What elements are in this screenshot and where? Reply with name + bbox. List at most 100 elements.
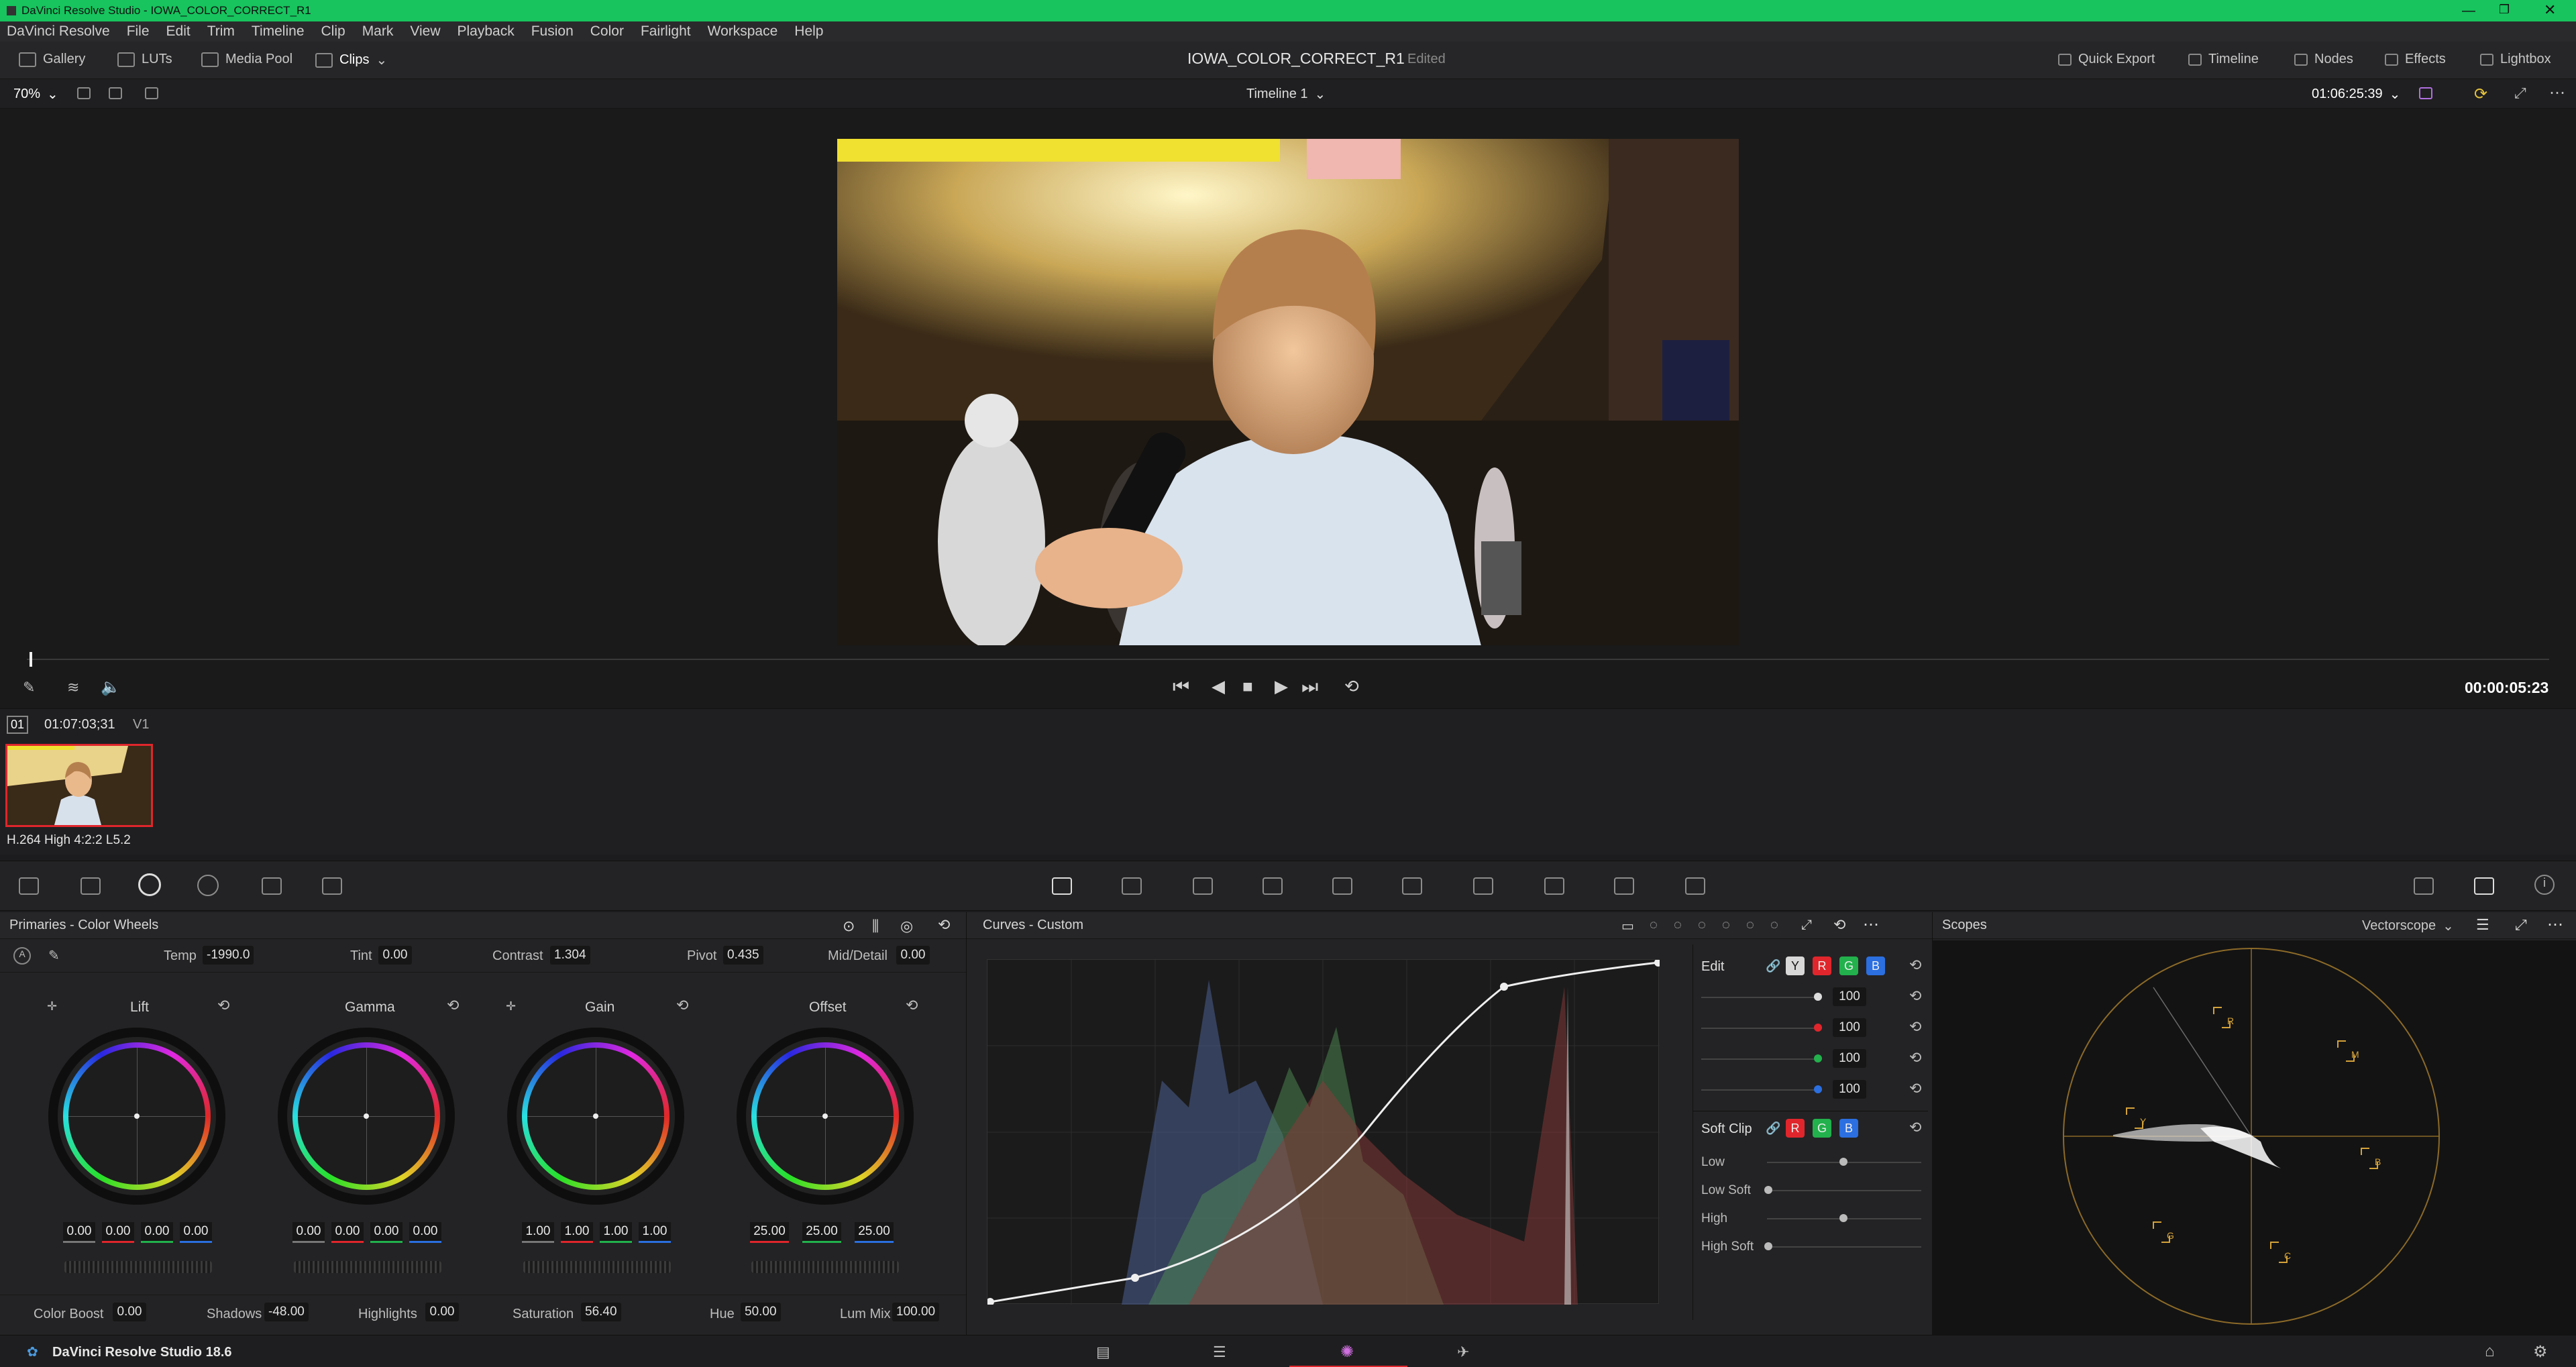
offset-reset-icon[interactable]: ⟲ [906,997,918,1014]
settings-gear-icon[interactable]: ⚙ [2533,1342,2548,1362]
r-reset-icon[interactable]: ⟲ [1909,1018,1921,1036]
home-icon[interactable]: ⌂ [2485,1342,2495,1361]
menu-mark[interactable]: Mark [362,23,394,40]
r-intensity-slider[interactable] [1701,1028,1822,1029]
gain-master-jog[interactable] [523,1261,671,1273]
go-to-start-icon[interactable]: ⏮ [1173,676,1189,698]
lowsoft-slider-dot[interactable] [1764,1186,1772,1194]
window-icon[interactable] [1263,877,1283,895]
menu-edit[interactable]: Edit [166,23,191,40]
key-icon[interactable] [1544,877,1564,895]
lum-vs-sat-icon[interactable]: ◌ [1722,918,1730,933]
sizing-icon[interactable] [1614,877,1634,895]
rgb-mixer-icon[interactable] [262,877,282,895]
scope-mode-dropdown[interactable]: Vectorscope ⌄ [2362,918,2454,934]
highlights-value[interactable]: 0.00 [425,1303,459,1321]
close-button[interactable]: ✕ [2544,1,2556,19]
g-intensity-slider[interactable] [1701,1058,1822,1060]
high-slider-dot[interactable] [1839,1214,1847,1222]
timecode-display[interactable]: 01:06:25:39 ⌄ [2312,86,2400,103]
gamma-master-jog[interactable] [294,1261,441,1273]
offset-r-value[interactable]: 25.00 [750,1222,789,1243]
fullscreen-icon[interactable]: ⤢ [2514,85,2526,102]
gain-b-value[interactable]: 1.00 [639,1222,671,1243]
gain-wheel[interactable] [507,1028,684,1205]
timeline-button[interactable]: Timeline [2188,52,2259,67]
lummix-value[interactable]: 100.00 [892,1303,940,1321]
contrast-value[interactable]: 1.304 [550,946,590,965]
gamma-reset-icon[interactable]: ⟲ [447,997,459,1014]
colorboost-value[interactable]: 0.00 [113,1303,146,1321]
low-slider-dot[interactable] [1839,1158,1847,1166]
tint-value[interactable]: 0.00 [378,946,412,965]
r-slider-dot[interactable] [1814,1024,1822,1032]
edit-page-icon[interactable]: ☰ [1213,1344,1226,1361]
y-reset-icon[interactable]: ⟲ [1909,987,1921,1005]
sat-vs-sat-icon[interactable]: ◌ [1746,918,1754,933]
softclip-b-toggle[interactable]: B [1839,1119,1858,1138]
offset-b-value[interactable]: 25.00 [855,1222,894,1243]
eyedropper-icon[interactable]: ✎ [23,679,35,696]
curves-icon[interactable] [1052,877,1072,895]
b-reset-icon[interactable]: ⟲ [1909,1080,1921,1097]
layers-icon[interactable]: ≋ [67,679,79,696]
offset-g-value[interactable]: 25.00 [802,1222,841,1243]
hue-vs-sat-icon[interactable]: ◌ [1674,918,1682,933]
color-page-tab[interactable]: ✺ [1289,1335,1407,1367]
y-intensity-slider[interactable] [1701,997,1822,998]
hdr-wheels-icon[interactable] [197,875,219,896]
curve-custom-icon[interactable]: ▭ [1621,918,1634,934]
y-intensity-value[interactable]: 100 [1833,987,1866,1006]
g-reset-icon[interactable]: ⟲ [1909,1049,1921,1067]
hue-vs-hue-icon[interactable]: ◌ [1650,918,1658,933]
y-slider-dot[interactable] [1814,993,1822,1001]
play-icon[interactable]: ▶ [1275,676,1288,697]
lift-picker-icon[interactable]: ✛ [47,999,57,1014]
volume-icon[interactable]: 🔈 [101,677,121,697]
channel-r-toggle[interactable]: R [1813,956,1831,975]
stop-icon[interactable]: ■ [1242,676,1253,697]
timeline-dropdown[interactable]: Timeline 1 ⌄ [1246,86,1326,103]
clip-thumbnail[interactable] [5,744,153,827]
softclip-r-toggle[interactable]: R [1786,1119,1805,1138]
lightbox-button[interactable]: Lightbox [2480,52,2551,67]
temp-value[interactable]: -1990.0 [203,946,254,965]
gain-reset-icon[interactable]: ⟲ [676,997,688,1014]
info-icon[interactable]: i [2534,875,2555,895]
lift-y-value[interactable]: 0.00 [63,1222,95,1243]
scope-settings-icon[interactable]: ☰ [2476,916,2489,934]
effects-button[interactable]: Effects [2385,52,2446,67]
deliver-page-icon[interactable]: ✈ [1457,1344,1469,1361]
motion-effects-icon[interactable] [322,877,342,895]
log-mode-icon[interactable]: ◎ [900,918,913,935]
menu-trim[interactable]: Trim [207,23,235,40]
camera-raw-icon[interactable] [19,877,39,895]
gain-r-value[interactable]: 1.00 [561,1222,593,1243]
lift-g-value[interactable]: 0.00 [141,1222,173,1243]
gamma-y-value[interactable]: 0.00 [292,1222,325,1243]
r-intensity-value[interactable]: 100 [1833,1018,1866,1037]
menu-help[interactable]: Help [794,23,823,40]
clips-button[interactable]: Clips ⌄ [315,52,387,68]
minimize-button[interactable]: — [2462,3,2475,19]
lift-wheel[interactable] [48,1028,225,1205]
play-reverse-icon[interactable]: ◀ [1212,676,1225,697]
menu-fusion[interactable]: Fusion [531,23,574,40]
viewer-mode-icon[interactable] [145,87,158,99]
lift-r-value[interactable]: 0.00 [102,1222,134,1243]
lift-b-value[interactable]: 0.00 [180,1222,212,1243]
b-intensity-value[interactable]: 100 [1833,1080,1866,1099]
zoom-dropdown[interactable]: 70% ⌄ [13,86,58,103]
quick-export-button[interactable]: Quick Export [2058,52,2155,67]
hue-value[interactable]: 50.00 [741,1303,781,1321]
softclip-reset-icon[interactable]: ⟲ [1909,1119,1921,1136]
wheels-mode-icon[interactable]: ⊙ [843,918,855,935]
loop-icon[interactable]: ⟲ [1344,676,1359,697]
softclip-g-toggle[interactable]: G [1813,1119,1831,1138]
single-viewer-icon[interactable] [77,87,91,99]
shadows-value[interactable]: -48.00 [264,1303,309,1321]
viewer-frame-image[interactable] [837,139,1739,646]
scrub-bar[interactable] [27,659,2549,660]
restore-button[interactable]: ❐ [2499,3,2510,17]
highsoft-slider-dot[interactable] [1764,1242,1772,1250]
